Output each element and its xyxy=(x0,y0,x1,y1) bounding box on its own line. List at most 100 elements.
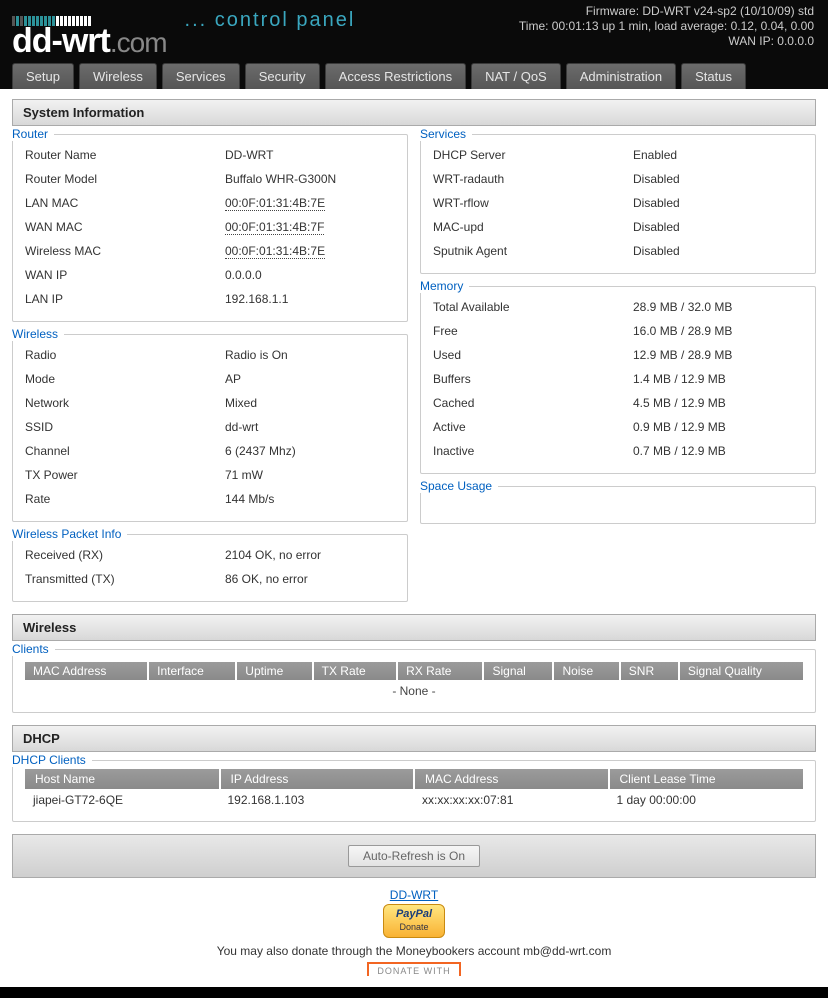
nav-access-restrictions[interactable]: Access Restrictions xyxy=(325,63,466,89)
auto-refresh-button[interactable]: Auto-Refresh is On xyxy=(348,845,480,867)
clients-legend: Clients xyxy=(8,642,55,656)
dhcp-col-ip[interactable]: IP Address xyxy=(220,769,415,789)
wan-mac-value[interactable]: 00:0F:01:31:4B:7F xyxy=(225,220,324,235)
network-label: Network xyxy=(25,396,225,410)
rx-label: Received (RX) xyxy=(25,548,225,562)
nav-security[interactable]: Security xyxy=(245,63,320,89)
tx-value: 86 OK, no error xyxy=(225,572,395,586)
nav-nat-qos[interactable]: NAT / QoS xyxy=(471,63,561,89)
wan-mac-label: WAN MAC xyxy=(25,220,225,234)
clients-col-uptime[interactable]: Uptime xyxy=(236,662,312,680)
services-fieldset: Services DHCP ServerEnabled WRT-radauthD… xyxy=(420,134,816,274)
clients-col-signal[interactable]: Signal xyxy=(483,662,553,680)
wireless-legend: Wireless xyxy=(8,327,64,341)
header-info: Firmware: DD-WRT v24-sp2 (10/10/09) std … xyxy=(519,4,814,49)
total-label: Total Available xyxy=(433,300,633,314)
radio-label: Radio xyxy=(25,348,225,362)
wireless-mac-label: Wireless MAC xyxy=(25,244,225,258)
router-fieldset: Router Router NameDD-WRT Router ModelBuf… xyxy=(12,134,408,322)
footer-bar: Auto-Refresh is On xyxy=(12,834,816,878)
dhcp-col-host[interactable]: Host Name xyxy=(25,769,220,789)
buffers-label: Buffers xyxy=(433,372,633,386)
dhcp-col-mac[interactable]: MAC Address xyxy=(414,769,609,789)
donate-area: DD-WRT PayPal Donate You may also donate… xyxy=(12,888,816,977)
clients-col-interface[interactable]: Interface xyxy=(148,662,236,680)
radauth-value: Disabled xyxy=(633,172,803,186)
system-info-header: System Information xyxy=(12,99,816,126)
nav-administration[interactable]: Administration xyxy=(566,63,676,89)
paypal-donate-button[interactable]: PayPal Donate xyxy=(383,904,445,938)
dhcp-lease: 1 day 00:00:00 xyxy=(609,789,804,811)
channel-label: Channel xyxy=(25,444,225,458)
router-model-value: Buffalo WHR-G300N xyxy=(225,172,395,186)
sputnik-label: Sputnik Agent xyxy=(433,244,633,258)
nav-services[interactable]: Services xyxy=(162,63,240,89)
memory-legend: Memory xyxy=(416,279,469,293)
dhcp-host: jiapei-GT72-6QE xyxy=(25,789,220,811)
wireless-section-header: Wireless xyxy=(12,614,816,641)
ssid-value: dd-wrt xyxy=(225,420,395,434)
channel-value: 6 (2437 Mhz) xyxy=(225,444,395,458)
radio-value: Radio is On xyxy=(225,348,395,362)
clients-col-rxrate[interactable]: RX Rate xyxy=(397,662,483,680)
header-bar: Firmware: DD-WRT v24-sp2 (10/10/09) std … xyxy=(0,0,828,59)
inactive-label: Inactive xyxy=(433,444,633,458)
buffers-value: 1.4 MB / 12.9 MB xyxy=(633,372,803,386)
macupd-value: Disabled xyxy=(633,220,803,234)
nav-status[interactable]: Status xyxy=(681,63,746,89)
router-name-label: Router Name xyxy=(25,148,225,162)
router-model-label: Router Model xyxy=(25,172,225,186)
mode-value: AP xyxy=(225,372,395,386)
used-value: 12.9 MB / 28.9 MB xyxy=(633,348,803,362)
dhcp-table: Host Name IP Address MAC Address Client … xyxy=(25,769,803,811)
total-value: 28.9 MB / 32.0 MB xyxy=(633,300,803,314)
wireless-fieldset: Wireless RadioRadio is On ModeAP Network… xyxy=(12,334,408,522)
lan-ip-label: LAN IP xyxy=(25,292,225,306)
nav-setup[interactable]: Setup xyxy=(12,63,74,89)
free-label: Free xyxy=(433,324,633,338)
lan-mac-value[interactable]: 00:0F:01:31:4B:7E xyxy=(225,196,325,211)
ssid-label: SSID xyxy=(25,420,225,434)
radauth-label: WRT-radauth xyxy=(433,172,633,186)
rflow-label: WRT-rflow xyxy=(433,196,633,210)
txpower-label: TX Power xyxy=(25,468,225,482)
active-value: 0.9 MB / 12.9 MB xyxy=(633,420,803,434)
active-label: Active xyxy=(433,420,633,434)
clients-col-mac[interactable]: MAC Address xyxy=(25,662,148,680)
lan-mac-label: LAN MAC xyxy=(25,196,225,210)
clients-col-noise[interactable]: Noise xyxy=(553,662,619,680)
network-value: Mixed xyxy=(225,396,395,410)
wan-ip-value: 0.0.0.0 xyxy=(225,268,395,282)
clients-col-snr[interactable]: SNR xyxy=(620,662,679,680)
packet-info-fieldset: Wireless Packet Info Received (RX)2104 O… xyxy=(12,534,408,602)
wan-ip-label: WAN IP xyxy=(25,268,225,282)
time-text: Time: 00:01:13 up 1 min, load average: 0… xyxy=(519,19,814,34)
used-label: Used xyxy=(433,348,633,362)
dhcp-mac: xx:xx:xx:xx:07:81 xyxy=(414,789,609,811)
rate-label: Rate xyxy=(25,492,225,506)
rflow-value: Disabled xyxy=(633,196,803,210)
nav-wireless[interactable]: Wireless xyxy=(79,63,157,89)
space-usage-fieldset: Space Usage xyxy=(420,486,816,524)
mode-label: Mode xyxy=(25,372,225,386)
wireless-mac-value[interactable]: 00:0F:01:31:4B:7E xyxy=(225,244,325,259)
dhcp-ip: 192.168.1.103 xyxy=(220,789,415,811)
tx-label: Transmitted (TX) xyxy=(25,572,225,586)
logo-subtitle: ... control panel xyxy=(185,9,356,32)
ddwrt-link[interactable]: DD-WRT xyxy=(390,888,438,902)
router-legend: Router xyxy=(8,127,54,141)
memory-fieldset: Memory Total Available28.9 MB / 32.0 MB … xyxy=(420,286,816,474)
clients-col-txrate[interactable]: TX Rate xyxy=(313,662,398,680)
dhcp-clients-fieldset: DHCP Clients Host Name IP Address MAC Ad… xyxy=(12,760,816,822)
lan-ip-value: 192.168.1.1 xyxy=(225,292,395,306)
router-name-value: DD-WRT xyxy=(225,148,395,162)
main-nav: Setup Wireless Services Security Access … xyxy=(0,59,828,89)
donate-with-icon: DONATE WITH xyxy=(367,962,460,976)
clients-col-quality[interactable]: Signal Quality xyxy=(679,662,803,680)
dhcp-col-lease[interactable]: Client Lease Time xyxy=(609,769,804,789)
txpower-value: 71 mW xyxy=(225,468,395,482)
cached-label: Cached xyxy=(433,396,633,410)
dhcp-section-header: DHCP xyxy=(12,725,816,752)
cached-value: 4.5 MB / 12.9 MB xyxy=(633,396,803,410)
dhcp-row: jiapei-GT72-6QE 192.168.1.103 xx:xx:xx:x… xyxy=(25,789,803,811)
